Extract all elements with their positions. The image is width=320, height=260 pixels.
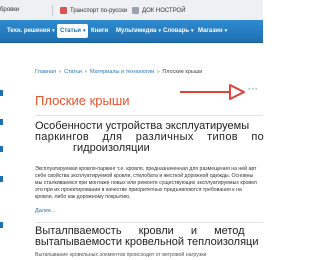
read-more-link[interactable]: Далее... (35, 208, 56, 214)
bookmark-label-1: бровки (0, 7, 20, 13)
article-excerpt-2: Вытапывание кровельных элементов происхо… (35, 252, 207, 258)
nav-label: Техн. решения (7, 28, 51, 34)
chevron-down-icon: ▾ (82, 28, 86, 34)
breadcrumb-current: Плоские крыши (162, 69, 203, 75)
excerpt-line: это при их проектировании в качестве при… (35, 187, 242, 193)
nav-item-books[interactable]: Книги (91, 25, 108, 37)
side-marker (0, 119, 3, 125)
main-navbar: Техн. решения ▾ Статьи ▾ Книги Мультимедиа… (0, 20, 263, 43)
chevron-down-icon: ▾ (52, 28, 55, 34)
nav-label: Статьи (60, 28, 81, 34)
bookmark-item-3[interactable]: ДОК НОСТРОЙ (132, 7, 186, 14)
bookmark-separator (52, 5, 53, 16)
excerpt-line: Эксплуатируемая кровля-паркинг т.е. кров… (35, 166, 257, 172)
article-title-line: гидроизоляции (73, 142, 150, 154)
chevron-down-icon: ▾ (158, 28, 161, 34)
nav-item-articles[interactable]: Статьи ▾ (57, 24, 89, 38)
nav-label: Словарь (163, 28, 190, 34)
nav-item-dictionary[interactable]: Словарь ▾ (163, 25, 194, 37)
breadcrumb-articles[interactable]: Статьи (64, 69, 82, 75)
nav-item-shop[interactable]: Магазин ▾ (198, 25, 227, 37)
nav-item-solutions[interactable]: Техн. решения ▾ (7, 25, 55, 37)
page-title: Плоские крыши (35, 93, 130, 108)
breadcrumb-separator: » (58, 69, 62, 75)
excerpt-line: себе свойства эксплуатируемой кровли, ст… (35, 173, 254, 179)
nav-item-multimedia[interactable]: Мультимедиа ▾ (116, 25, 161, 37)
breadcrumb-separator: » (156, 69, 160, 75)
article-title-line: вытапываемости кровельной теплоизоляци (35, 236, 259, 248)
side-marker (0, 146, 3, 152)
favicon-icon (60, 7, 67, 14)
options-dots-icon[interactable]: ▪▪▪ (248, 86, 258, 93)
favicon-icon (132, 7, 139, 14)
nav-label: Мультимедиа (116, 28, 157, 34)
breadcrumb: Главная » Статьи » Материалы и технологи… (35, 69, 202, 75)
breadcrumb-home[interactable]: Главная (35, 69, 56, 75)
side-marker (0, 90, 3, 96)
bookmark-label-3: ДОК НОСТРОЙ (142, 7, 186, 14)
article-title-2[interactable]: Выталпваемость кровли и метод вытапываем… (35, 226, 275, 248)
bookmark-item-2[interactable]: Транспорт по-русски (60, 7, 127, 14)
article-title-line: паркингов для различных типов по (35, 131, 265, 143)
chevron-down-icon: ▾ (191, 28, 194, 34)
breadcrumb-materials[interactable]: Материалы и технологии (90, 69, 154, 75)
nav-label: Книги (91, 28, 109, 34)
divider (35, 115, 263, 116)
red-arrow-icon (178, 82, 248, 102)
side-marker (0, 176, 3, 182)
article-excerpt: Эксплуатируемая кровля-паркинг т.е. кров… (35, 166, 275, 201)
excerpt-line: кровли, либо как дорожному покрытию. (35, 194, 131, 200)
bookmark-label-2: Транспорт по-русски (70, 7, 128, 14)
excerpt-line: мы сталкиваемся при монтаже новых или ре… (35, 180, 257, 186)
breadcrumb-separator: » (84, 69, 88, 75)
bookmarks-bar: бровки Транспорт по-русски ДОК НОСТРОЙ (0, 0, 263, 21)
bookmark-item-1[interactable]: бровки (0, 7, 19, 13)
side-marker (0, 222, 3, 228)
chevron-down-icon: ▾ (224, 28, 228, 34)
article-title[interactable]: Особенности устройства эксплуатируемы па… (35, 121, 275, 154)
divider (35, 222, 263, 223)
nav-label: Магазин (198, 28, 223, 34)
